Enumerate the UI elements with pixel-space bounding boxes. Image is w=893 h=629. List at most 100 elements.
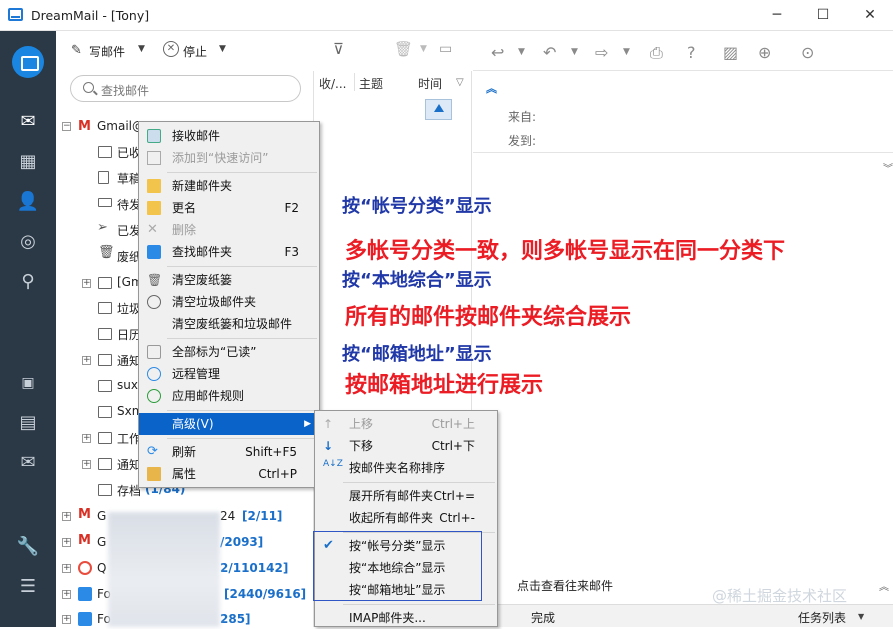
minimize-button[interactable]: ─ [767,6,787,24]
expand-toggle[interactable]: + [82,460,91,469]
filter-icon[interactable]: ⊽ [333,40,344,58]
compose-button[interactable]: 写邮件 [89,43,125,60]
expand-icon[interactable]: ︾ [883,160,893,175]
menu-item-remote-manage[interactable]: 远程管理 [139,363,319,385]
submenu-item-imap[interactable]: IMAP邮件夹... [315,607,497,629]
forward-dropdown-icon[interactable]: ▼ [623,47,630,57]
menu-item-advanced[interactable]: 高级(V) ▶ [139,413,319,435]
submenu-item-move-up[interactable]: ↑ 上移 Ctrl+上 [315,413,497,435]
account-prefix[interactable]: G [97,535,106,549]
annotation-account-desc: 多帐号分类一致，则多帐号显示在同一分类下 [345,239,786,264]
reply-dropdown-icon[interactable]: ▼ [571,47,578,57]
maximize-button[interactable]: ☐ [813,6,833,24]
search-input[interactable]: 查找邮件 [101,82,149,99]
outbox-icon [98,198,112,207]
collapse-header-icon[interactable]: ︽ [486,80,497,96]
menu-item-find-folder[interactable]: 查找邮件夹 F3 [139,241,319,263]
mail-filter-icon[interactable]: ✉ [14,450,42,476]
compose-dropdown-icon[interactable]: ▼ [138,44,145,54]
reply-all-dropdown-icon[interactable]: ▼ [518,47,525,57]
menu-item-apply-rules[interactable]: 应用邮件规则 [139,385,319,407]
trash-icon: 🗑 [147,273,163,287]
menu-item-refresh[interactable]: ⟳ 刷新 Shift+F5 [139,441,319,463]
close-button[interactable]: ✕ [860,6,880,24]
account-suffix: 24 [220,509,236,523]
sort-icon[interactable]: ▽ [456,77,464,88]
search-box[interactable]: 查找邮件 [70,75,301,102]
task-list-dropdown-icon[interactable]: ▼ [858,612,864,621]
folder-icon [98,458,112,470]
print-icon[interactable]: ⎙ [650,43,663,63]
task-list-button[interactable]: 任务列表 [798,609,846,626]
comment-icon[interactable]: ▭ [439,41,452,57]
expand-toggle[interactable]: + [62,564,71,573]
annotation-address-desc: 按邮箱地址进行展示 [345,373,544,398]
col-time[interactable]: 时间 [418,75,442,92]
expand-toggle[interactable]: + [62,512,71,521]
menu-item-mark-read[interactable]: 全部标为“已读” [139,341,319,363]
stop-icon: ✕ [163,41,179,57]
help-icon[interactable]: ? [687,43,696,62]
menu-item-empty-trash[interactable]: 🗑 清空废纸篓 [139,269,319,291]
expand-toggle[interactable]: + [82,434,91,443]
submenu-item-expand-all[interactable]: 展开所有邮件夹 Ctrl+= [315,485,497,507]
reply-icon[interactable]: ↶ [543,43,556,62]
stop-button[interactable]: 停止 [183,43,207,60]
account-prefix[interactable]: G [97,509,106,523]
submenu-item-collapse-all[interactable]: 收起所有邮件夹 Ctrl+- [315,507,497,529]
new-folder-icon [147,179,161,193]
menu-item-quick-access[interactable]: 添加到“快速访问” [139,147,319,169]
reply-all-icon[interactable]: ↩ [491,43,504,62]
delete-icon[interactable]: 🗑 [394,40,413,58]
app-mail-icon [8,8,23,21]
scroll-top-button[interactable] [425,99,452,120]
dreammail-logo-icon[interactable] [12,46,44,78]
menu-icon[interactable]: ☰ [14,574,42,600]
wrench-icon[interactable]: 🔧 [14,534,42,560]
collapse-toggle[interactable]: − [62,122,71,131]
menu-item-empty-junk[interactable]: 清空垃圾邮件夹 [139,291,319,313]
menu-item-properties[interactable]: 属性 Ctrl+P [139,463,319,485]
account-gmail[interactable]: Gmail@ [97,119,144,133]
submenu-item-move-down[interactable]: ↓ 下移 Ctrl+下 [315,435,497,457]
menu-item-delete[interactable]: ✕ 删除 [139,219,319,241]
delete-icon: ✕ [147,222,158,237]
collapse-icon[interactable]: ︽ [879,578,889,593]
arrow-up-icon: ↑ [323,417,334,431]
expand-toggle[interactable]: + [82,356,91,365]
gmail-icon: M [78,507,91,522]
menu-item-empty-both[interactable]: 清空废纸篓和垃圾邮件 [139,313,319,335]
expand-toggle[interactable]: + [62,615,71,624]
col-subject[interactable]: 主题 [359,75,383,92]
calendar-30-icon[interactable]: ▣ [14,370,42,396]
expand-toggle[interactable]: + [82,279,91,288]
folder-icon [98,484,112,496]
mail-icon[interactable]: ✉ [14,109,42,135]
submenu-item-sort[interactable]: A↓Z 按邮件夹名称排序 [315,457,497,479]
history-link[interactable]: 点击查看往来邮件 [517,577,613,594]
account-avatar-icon [78,612,92,626]
globe-icon[interactable]: ◎ [14,229,42,255]
folder-icon [98,277,112,289]
stop-dropdown-icon[interactable]: ▼ [219,44,226,54]
contact-card-icon[interactable]: ▤ [14,410,42,436]
menu-item-new-folder[interactable]: 新建邮件夹 [139,175,319,197]
more-icon[interactable]: ⊙ [801,43,814,62]
status-bar: 完成 任务列表 ▼ [473,604,893,627]
main-toolbar: ✎ 写邮件 ▼ ✕ 停止 ▼ ⊽ 🗑 ▼ ▭ [56,31,472,71]
delete-dropdown-icon[interactable]: ▼ [420,44,427,54]
forward-icon[interactable]: ⇨ [595,43,608,62]
menu-item-rename[interactable]: 更名 F2 [139,197,319,219]
menu-item-receive[interactable]: 接收邮件 [139,125,319,147]
contacts-icon[interactable]: 👤 [14,189,42,215]
expand-toggle[interactable]: + [62,538,71,547]
expand-toggle[interactable]: + [62,590,71,599]
image-icon[interactable]: ▨ [723,43,738,62]
mark-read-icon [147,345,161,359]
col-from[interactable]: 收/... [319,75,347,92]
calendar-icon[interactable]: ▦ [14,149,42,175]
annotation-local: 按“本地综合”显示 [342,270,492,291]
zoom-icon[interactable]: ⊕ [758,43,771,62]
account-prefix[interactable]: Q [97,561,106,575]
search-icon[interactable]: ⚲ [14,269,42,295]
